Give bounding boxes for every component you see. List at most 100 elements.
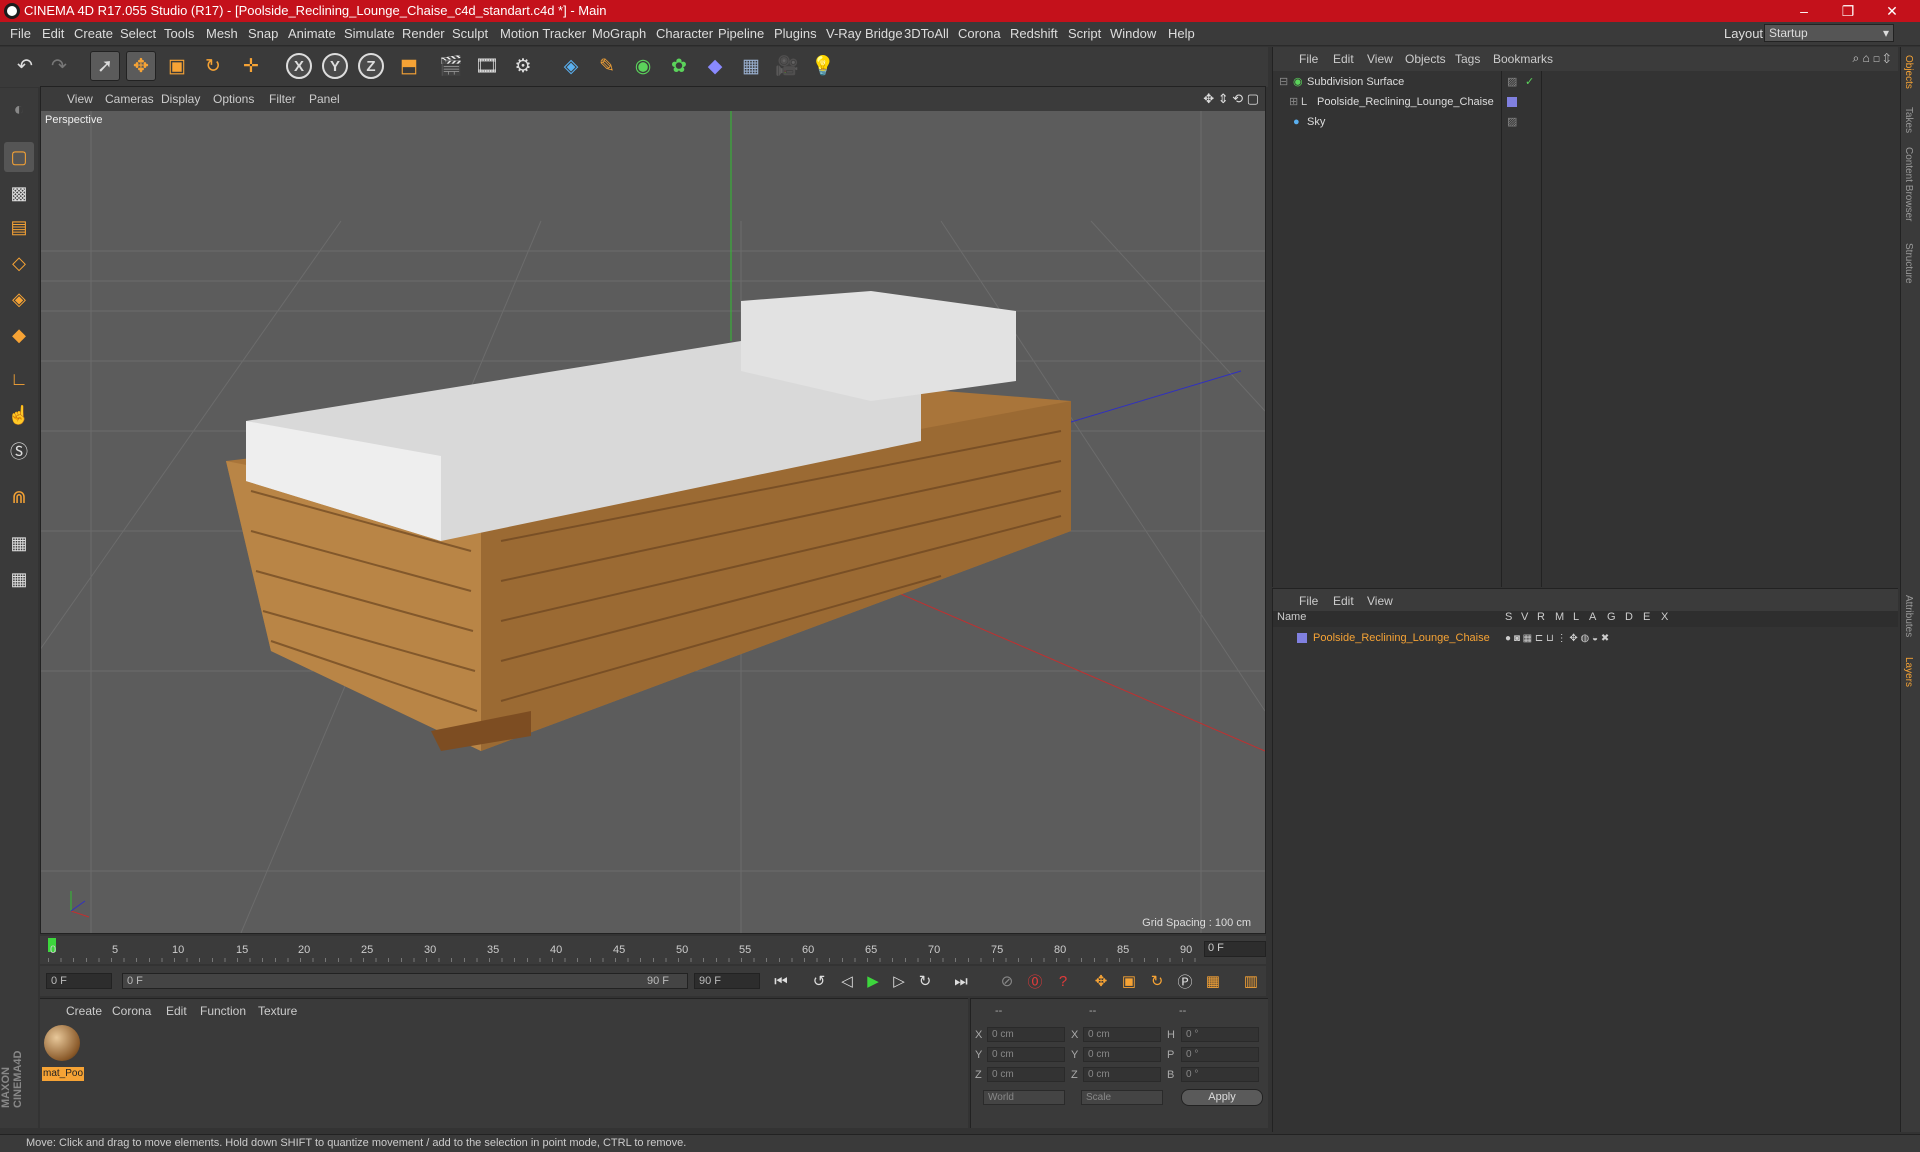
viewport-menu-options[interactable]: Options	[213, 92, 254, 106]
col-name[interactable]: Name	[1277, 611, 1306, 623]
menu-mograph[interactable]: MoGraph	[592, 26, 646, 41]
viewport-menu-view[interactable]: View	[67, 92, 93, 106]
maximize-button[interactable]: ❐	[1826, 0, 1870, 22]
col-r[interactable]: R	[1537, 611, 1545, 623]
menu-sculpt[interactable]: Sculpt	[452, 26, 488, 41]
obj-menu-bookmarks[interactable]: Bookmarks	[1493, 52, 1553, 66]
record-keys-icon[interactable]: ⊘	[996, 970, 1018, 992]
viewport[interactable]: View Cameras Display Options Filter Pane…	[40, 86, 1266, 934]
layer-menu-file[interactable]: File	[1299, 594, 1318, 608]
menu-render[interactable]: Render	[402, 26, 445, 41]
obj-menu-file[interactable]: File	[1299, 52, 1318, 66]
model-mode-icon[interactable]: ▢	[4, 142, 34, 172]
magnet-icon[interactable]: ⋒	[4, 482, 34, 512]
viewport-menu-display[interactable]: Display	[161, 92, 200, 106]
pos-x-field[interactable]: 0 cm	[987, 1027, 1065, 1042]
tab-layers[interactable]: Layers	[1903, 657, 1914, 687]
tweak-mode-icon[interactable]: ☝	[4, 400, 34, 430]
object-row[interactable]: ⊞ L Poolside_Reclining_Lounge_Chaise	[1273, 93, 1899, 112]
col-g[interactable]: G	[1607, 611, 1616, 623]
menu-tools[interactable]: Tools	[164, 26, 194, 41]
pos-z-field[interactable]: 0 cm	[987, 1067, 1065, 1082]
layer-flags-icons[interactable]: ● ◙ ▦ ⊏ ⊔ ⋮ ✥ ◍ ◒ ✖	[1505, 629, 1609, 648]
col-v[interactable]: V	[1521, 611, 1528, 623]
rotate-icon[interactable]: ↻	[198, 51, 228, 81]
material-menu-function[interactable]: Function	[200, 1004, 246, 1018]
axis-mode-icon[interactable]: ∟	[4, 364, 34, 394]
next-frame-icon[interactable]: ▷	[888, 970, 910, 992]
menu-vray-bridge[interactable]: V-Ray Bridge	[826, 26, 903, 41]
viewport-menu-panel[interactable]: Panel	[309, 92, 340, 106]
menu-plugins[interactable]: Plugins	[774, 26, 817, 41]
layer-menu-view[interactable]: View	[1367, 594, 1393, 608]
redo-icon[interactable]: ↷	[44, 51, 74, 81]
scale-icon[interactable]: ▣	[162, 51, 192, 81]
snap-icon[interactable]: Ⓢ	[4, 436, 34, 466]
key-param-icon[interactable]: Ⓟ	[1174, 970, 1196, 992]
layer-color-icon[interactable]	[1297, 633, 1307, 643]
end-frame-field[interactable]: 90 F	[694, 973, 760, 989]
render-view-icon[interactable]: 🎬	[436, 51, 466, 81]
key-scale-icon[interactable]: ▣	[1118, 970, 1140, 992]
menu-script[interactable]: Script	[1068, 26, 1101, 41]
layer-row[interactable]: Poolside_Reclining_Lounge_Chaise ● ◙ ▦ ⊏…	[1273, 629, 1899, 648]
pos-y-field[interactable]: 0 cm	[987, 1047, 1065, 1062]
viewport-nav-icons[interactable]: ✥ ⇕ ⟲ ▢	[1203, 91, 1259, 107]
edges-mode-icon[interactable]: ◈	[4, 284, 34, 314]
layer-menu-edit[interactable]: Edit	[1333, 594, 1354, 608]
col-x[interactable]: X	[1661, 611, 1668, 623]
menu-window[interactable]: Window	[1110, 26, 1156, 41]
tab-structure[interactable]: Structure	[1903, 243, 1914, 284]
obj-menu-objects[interactable]: Objects	[1405, 52, 1446, 66]
apply-button[interactable]: Apply	[1181, 1089, 1263, 1106]
menu-motion-tracker[interactable]: Motion Tracker	[500, 26, 586, 41]
rot-p-field[interactable]: 0 °	[1181, 1047, 1259, 1062]
transform-icon[interactable]: ✛	[236, 51, 266, 81]
move-icon[interactable]: ✥	[126, 51, 156, 81]
key-pla-icon[interactable]: ▦	[1202, 970, 1224, 992]
render-picture-icon[interactable]: 🎞	[472, 51, 502, 81]
size-y-field[interactable]: 0 cm	[1083, 1047, 1161, 1062]
search-icon[interactable]: ⌕ ⌂ ◻ ⇕	[1852, 51, 1890, 66]
menu-simulate[interactable]: Simulate	[344, 26, 395, 41]
array-icon[interactable]: ✿	[664, 51, 694, 81]
prev-frame-icon[interactable]: ◁	[836, 970, 858, 992]
edit-render-settings-icon[interactable]: ⚙	[508, 51, 538, 81]
col-d[interactable]: D	[1625, 611, 1633, 623]
obj-menu-view[interactable]: View	[1367, 52, 1393, 66]
key-rotation-icon[interactable]: ↻	[1146, 970, 1168, 992]
material-menu-edit[interactable]: Edit	[166, 1004, 187, 1018]
material-menu-corona[interactable]: Corona	[112, 1004, 151, 1018]
material-thumbnail[interactable]	[44, 1025, 80, 1061]
col-l[interactable]: L	[1573, 611, 1579, 623]
expand-icon[interactable]: ⊞	[1289, 93, 1298, 112]
minimize-button[interactable]: –	[1782, 0, 1826, 22]
range-slider[interactable]: 0 F 90 F	[122, 973, 688, 989]
menu-corona[interactable]: Corona	[958, 26, 1001, 41]
sculpt-mode-icon[interactable]: ◐	[4, 94, 34, 124]
timeline-window-icon[interactable]: ▥	[1240, 970, 1262, 992]
menu-file[interactable]: File	[10, 26, 31, 41]
tab-attributes[interactable]: Attributes	[1903, 595, 1914, 637]
key-position-icon[interactable]: ✥	[1090, 970, 1112, 992]
menu-create[interactable]: Create	[74, 26, 113, 41]
select-icon[interactable]: ➚	[90, 51, 120, 81]
next-key-icon[interactable]: ↻	[914, 970, 936, 992]
y-axis-icon[interactable]: Y	[322, 53, 348, 79]
layout-dropdown[interactable]: Startup ▾	[1764, 24, 1894, 42]
material-name[interactable]: mat_Poo	[42, 1067, 84, 1081]
workplane-icon[interactable]: ▤	[4, 212, 34, 242]
menu-pipeline[interactable]: Pipeline	[718, 26, 764, 41]
col-s[interactable]: S	[1505, 611, 1512, 623]
grid-icon[interactable]: ▦	[4, 564, 34, 594]
material-menu-create[interactable]: Create	[66, 1004, 102, 1018]
timeline[interactable]: 0 5 10 15 20 25 30 35 40 45 50 55 60 65 …	[40, 936, 1266, 964]
menu-3dtoall[interactable]: 3DToAll	[904, 26, 949, 41]
col-a[interactable]: A	[1589, 611, 1596, 623]
obj-menu-edit[interactable]: Edit	[1333, 52, 1354, 66]
rot-h-field[interactable]: 0 °	[1181, 1027, 1259, 1042]
keyframe-selection-icon[interactable]: ?	[1052, 970, 1074, 992]
menu-redshift[interactable]: Redshift	[1010, 26, 1058, 41]
cube-icon[interactable]: ◈	[556, 51, 586, 81]
subdivision-icon[interactable]: ◉	[628, 51, 658, 81]
